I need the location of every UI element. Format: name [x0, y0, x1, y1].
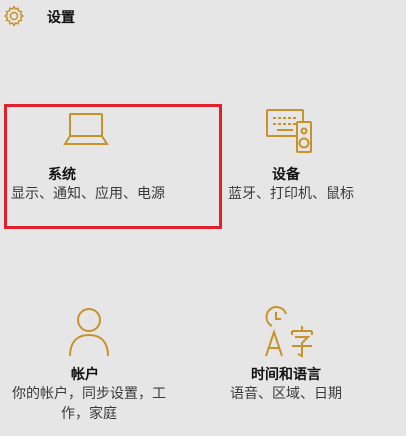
- time-language-icon: [265, 306, 313, 358]
- tile-accounts-label: 帐户: [71, 367, 99, 383]
- tile-devices-label: 设备: [272, 167, 300, 183]
- page-title: 设置: [47, 10, 75, 26]
- tile-system-desc: 显示、通知、应用、电源: [11, 186, 165, 202]
- tile-accounts[interactable]: 帐户 你的帐户，同步设置，工作，家庭: [0, 300, 178, 430]
- tile-system[interactable]: 系统 显示、通知、应用、电源: [0, 100, 178, 230]
- tile-accounts-desc: 你的帐户，同步设置，工作，家庭: [12, 386, 166, 422]
- tile-devices-desc: 蓝牙、打印机、鼠标: [228, 186, 354, 202]
- tile-time-language[interactable]: 时间和语言 语音、区域、日期: [210, 300, 406, 430]
- devices-icon: [266, 109, 312, 153]
- gear-icon: [3, 5, 25, 27]
- tile-time-language-desc: 语音、区域、日期: [230, 386, 342, 402]
- settings-header: 设置: [0, 0, 406, 36]
- tile-system-label: 系统: [48, 167, 76, 183]
- laptop-icon: [63, 113, 109, 145]
- person-icon: [69, 308, 109, 357]
- tile-devices[interactable]: 设备 蓝牙、打印机、鼠标: [210, 100, 406, 230]
- tile-time-language-label: 时间和语言: [251, 367, 321, 383]
